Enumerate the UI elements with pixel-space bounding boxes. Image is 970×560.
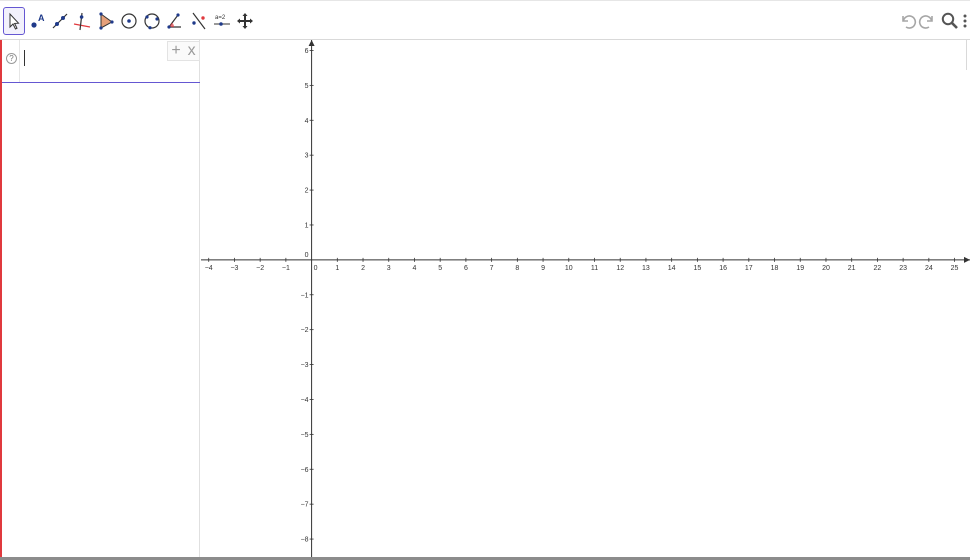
x-tick-label: −2 (256, 265, 264, 272)
y-tick-label: −8 (301, 537, 309, 544)
x-tick-label: 14 (668, 265, 676, 272)
x-tick-label: 10 (565, 265, 573, 272)
point-tool[interactable]: A (27, 7, 49, 35)
algebra-view: ? + x (0, 40, 200, 560)
y-tick-label: 5 (305, 83, 309, 90)
slider-tool-icon: a=2 (212, 11, 232, 31)
y-tick-label: −1 (301, 292, 309, 299)
x-tick-label: 11 (591, 265, 598, 272)
y-tick-label: 1 (305, 222, 309, 229)
y-tick-label: −3 (301, 362, 309, 369)
graphics-view[interactable]: −4 −3 −2 −1 0 1 2 3 4 5 6 7 8 9 10 11 12 13 14 15 16 17 18 19 20… (201, 40, 970, 560)
x-tick-label: 17 (745, 265, 753, 272)
x-tick-label: 5 (438, 265, 442, 272)
y-tick-label: 2 (305, 188, 309, 195)
circle-through-points-tool-icon (142, 11, 162, 31)
perpendicular-line-tool-icon (72, 11, 92, 31)
polygon-tool[interactable] (95, 7, 117, 35)
redo-icon (918, 12, 936, 30)
y-tick-label: −5 (301, 432, 309, 439)
undo-icon (899, 12, 917, 30)
x-tick-label: 12 (616, 265, 624, 272)
x-tick-label: 7 (490, 265, 494, 272)
x-tick-label: 21 (848, 265, 856, 272)
more-menu-button[interactable] (959, 10, 970, 32)
toolbar: A a=2 (0, 0, 970, 40)
reflect-tool-icon (189, 11, 209, 31)
x-tick-label: 15 (693, 265, 701, 272)
input-separator (19, 40, 20, 82)
algebra-input-row: ? + x (2, 40, 200, 83)
polygon-tool-icon (96, 11, 116, 31)
search-button[interactable] (939, 10, 961, 32)
view-divider (966, 40, 967, 70)
x-axis-arrow (964, 256, 970, 263)
move-graphics-view-tool[interactable] (234, 7, 256, 35)
x-tick-label: 22 (874, 265, 882, 272)
y-tick-label: −4 (301, 397, 309, 404)
more-icon (962, 12, 968, 30)
x-tick-label: 6 (464, 265, 468, 272)
x-tick-label: 13 (642, 265, 650, 272)
x-tick-label: 25 (951, 265, 959, 272)
y-axis-arrow (308, 40, 315, 46)
y-tick-label: 6 (305, 48, 309, 55)
x-tick-label: −1 (282, 265, 290, 272)
move-tool-icon (4, 11, 24, 31)
x-tick-label: −4 (205, 265, 213, 272)
move-graphics-view-tool-icon (235, 11, 255, 31)
redo-button[interactable] (916, 10, 938, 32)
x-tick-label: 2 (361, 265, 365, 272)
algebra-input[interactable] (28, 48, 158, 70)
x-tick-label: 4 (413, 265, 417, 272)
x-tick-label: 1 (335, 265, 339, 272)
circle-center-point-tool-icon (119, 11, 139, 31)
slider-tool-label: a=2 (215, 15, 226, 21)
angle-tool-icon (165, 11, 185, 31)
x-tick-label: 3 (387, 265, 391, 272)
algebra-input-buttons: + x (167, 41, 200, 61)
move-tool[interactable] (3, 7, 25, 35)
line-tool[interactable] (49, 7, 71, 35)
slider-tool[interactable]: a=2 (211, 7, 233, 35)
line-tool-icon (50, 11, 70, 31)
perpendicular-line-tool[interactable] (71, 7, 93, 35)
y-tick-label: 4 (305, 118, 309, 125)
x-tick-label: 19 (796, 265, 804, 272)
x-tick-label: 23 (899, 265, 907, 272)
x-tick-label: 8 (515, 265, 519, 272)
reflect-tool[interactable] (188, 7, 210, 35)
circle-through-points-tool[interactable] (141, 7, 163, 35)
y-tick-label: 3 (305, 153, 309, 160)
add-icon[interactable]: + (171, 43, 180, 59)
point-tool-icon: A (28, 11, 48, 31)
x-tick-label: 18 (771, 265, 779, 272)
text-cursor (24, 50, 25, 66)
angle-tool[interactable] (164, 7, 186, 35)
help-icon[interactable]: ? (6, 53, 17, 64)
x-tick-label: 20 (822, 265, 830, 272)
y-tick-label: −6 (301, 467, 309, 474)
x-tick-label: 24 (925, 265, 933, 272)
circle-center-point-tool[interactable] (118, 7, 140, 35)
coordinate-plane[interactable]: −4 −3 −2 −1 0 1 2 3 4 5 6 7 8 9 10 11 12 13 14 15 16 17 18 19 20… (201, 40, 970, 560)
x-tick-label: −3 (230, 265, 238, 272)
x-tick-label: 0 (314, 265, 318, 272)
y-tick-label: −7 (301, 502, 309, 509)
x-tick-label: 16 (719, 265, 727, 272)
close-icon[interactable]: x (188, 43, 196, 59)
y-tick-label: −2 (301, 327, 309, 334)
search-icon (940, 11, 960, 31)
x-tick-label: 9 (541, 265, 545, 272)
svg-text:A: A (38, 13, 45, 23)
y-tick-label: 0 (305, 252, 309, 259)
